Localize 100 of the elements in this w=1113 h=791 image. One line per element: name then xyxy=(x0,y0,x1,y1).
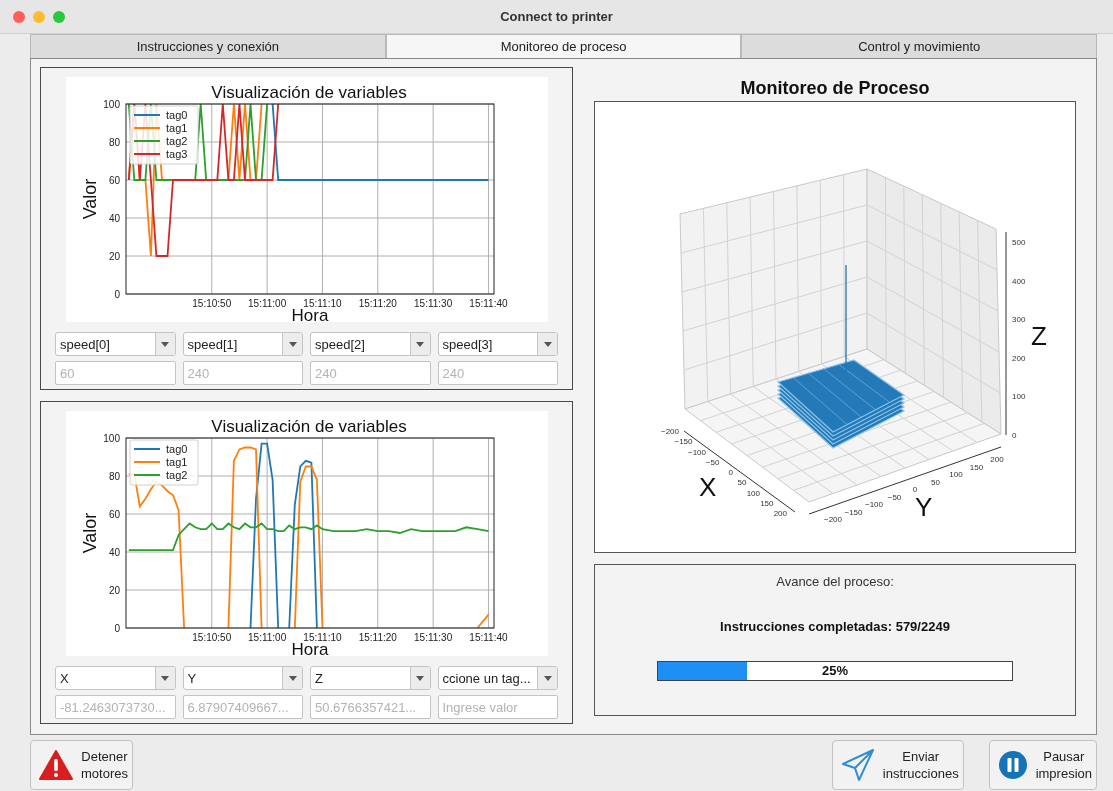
axis-tick-label: 200 xyxy=(773,509,787,518)
axis-tick-label: −200 xyxy=(660,427,679,436)
axis-tick-label: 400 xyxy=(1012,276,1026,286)
x-axis-label: Hora xyxy=(291,306,328,322)
axis-tick-label: 150 xyxy=(760,498,774,508)
axis-tick-label: −150 xyxy=(674,437,693,447)
axis-label: X xyxy=(699,472,717,502)
x-tick-label: 15:11:00 xyxy=(247,298,286,309)
axis-tick-label: 50 xyxy=(931,477,940,487)
legend-line-icon xyxy=(132,461,161,463)
legend-line-icon xyxy=(132,153,161,155)
axis-tick-label: −50 xyxy=(705,457,720,467)
dropdown[interactable]: speed[0] xyxy=(55,332,176,356)
y-tick-label: 100 xyxy=(102,99,120,110)
y-tick-label: 40 xyxy=(108,547,120,558)
x-tick-label: 15:11:40 xyxy=(468,298,508,309)
chart-title: Visualización de variables xyxy=(210,417,407,436)
input-field[interactable]: 60 xyxy=(55,361,176,385)
input-field[interactable]: 240 xyxy=(182,361,303,385)
caret-icon xyxy=(543,675,552,681)
axis-tick-label: 0 xyxy=(1012,431,1017,440)
axis-tick-label: 100 xyxy=(949,470,963,479)
dropdown[interactable]: X xyxy=(55,666,176,690)
x-tick-label: 15:11:30 xyxy=(413,632,452,643)
dropdown[interactable]: Y xyxy=(182,666,303,690)
input-field[interactable]: 50.6766357421... xyxy=(310,695,431,719)
y-tick-label: 0 xyxy=(113,623,120,634)
x-axis-label: Hora xyxy=(291,640,328,656)
y-tick-label: 80 xyxy=(108,137,120,148)
x-tick-label: 15:11:40 xyxy=(468,632,508,643)
caret-icon xyxy=(416,675,424,681)
tab[interactable]: Control y movimiento xyxy=(741,34,1097,58)
legend-line-icon xyxy=(132,114,161,116)
close-button[interactable] xyxy=(13,10,25,23)
caret-icon xyxy=(161,341,169,347)
x-tick-label: 15:10:50 xyxy=(191,298,231,309)
pause-icon xyxy=(997,750,1028,780)
input-field[interactable]: 6.87907409667... xyxy=(182,695,303,719)
legend-label: tag2 xyxy=(165,135,187,147)
zoom-button[interactable] xyxy=(53,10,65,23)
dropdown[interactable]: speed[1] xyxy=(182,332,303,356)
paper-plane-icon xyxy=(840,748,875,782)
tab[interactable]: Instrucciones y conexión xyxy=(30,34,386,58)
legend-label: tag1 xyxy=(165,456,187,468)
y-axis-label: Valor xyxy=(79,512,100,554)
y-tick-label: 0 xyxy=(113,289,120,300)
caret-icon xyxy=(161,675,169,681)
legend-label: tag2 xyxy=(165,469,187,481)
axis-tick-label: −150 xyxy=(844,507,863,517)
legend-line-icon xyxy=(132,448,161,450)
legend-label: tag3 xyxy=(165,148,187,160)
pause-button[interactable]: Pausar impresion xyxy=(988,740,1097,790)
axis-tick-label: 150 xyxy=(969,462,984,472)
legend-label: tag0 xyxy=(165,109,187,121)
input-field[interactable]: Ingrese valor xyxy=(437,695,558,719)
axis-label: Y xyxy=(915,492,933,522)
legend-label: tag1 xyxy=(165,122,187,134)
y-tick-label: 40 xyxy=(108,213,120,224)
monitor-title: Monitoreo de Proceso xyxy=(739,77,931,100)
input-field[interactable]: -81.2463073730... xyxy=(55,695,176,719)
dropdown[interactable]: ccione un tag... xyxy=(437,666,558,690)
caret-icon xyxy=(288,341,297,347)
x-tick-label: 15:11:10 xyxy=(302,298,342,309)
stop-button[interactable]: Detener motores xyxy=(30,740,133,790)
x-tick-label: 15:11:30 xyxy=(413,298,452,309)
dropdown[interactable]: speed[3] xyxy=(437,332,558,356)
axis-tick-label: 200 xyxy=(1012,353,1026,363)
axis-label: Z xyxy=(1031,321,1047,351)
caret-icon xyxy=(288,675,297,681)
axis-tick-label: 100 xyxy=(1012,392,1026,402)
dropdown[interactable]: speed[2] xyxy=(310,332,431,356)
y-tick-label: 80 xyxy=(108,471,120,482)
x-tick-label: 15:11:20 xyxy=(358,632,397,643)
y-tick-label: 20 xyxy=(108,585,120,596)
progress-percent: 25% xyxy=(822,663,848,678)
minimize-button[interactable] xyxy=(33,10,45,23)
legend-line-icon xyxy=(132,474,161,476)
axis-tick-label: −50 xyxy=(887,492,902,502)
x-tick-label: 15:11:10 xyxy=(302,632,342,643)
chart-title: Visualización de variables xyxy=(210,83,407,102)
input-field[interactable]: 240 xyxy=(437,361,558,385)
send-button[interactable]: Enviar instrucciones xyxy=(831,740,964,790)
tab[interactable]: Monitoreo de proceso xyxy=(385,34,742,58)
axis-tick-label: 300 xyxy=(1012,315,1026,325)
axis-tick-label: 500 xyxy=(1012,238,1026,247)
x-tick-label: 15:10:50 xyxy=(191,632,231,643)
input-field[interactable]: 240 xyxy=(310,361,431,385)
caret-icon xyxy=(416,341,424,347)
axis-tick-label: 50 xyxy=(737,478,747,488)
axis-tick-label: −200 xyxy=(824,515,842,524)
axis-tick-label: −100 xyxy=(865,500,883,509)
axis-tick-label: 100 xyxy=(746,488,760,498)
axis-tick-label: 0 xyxy=(912,485,918,494)
y-axis-label: Valor xyxy=(79,178,100,220)
axis-tick-label: 0 xyxy=(728,468,733,477)
y-tick-label: 60 xyxy=(108,175,120,186)
y-tick-label: 100 xyxy=(102,433,120,444)
dropdown[interactable]: Z xyxy=(310,666,431,690)
legend-label: tag0 xyxy=(165,443,187,455)
progress-heading: Avance del proceso: xyxy=(776,574,894,589)
